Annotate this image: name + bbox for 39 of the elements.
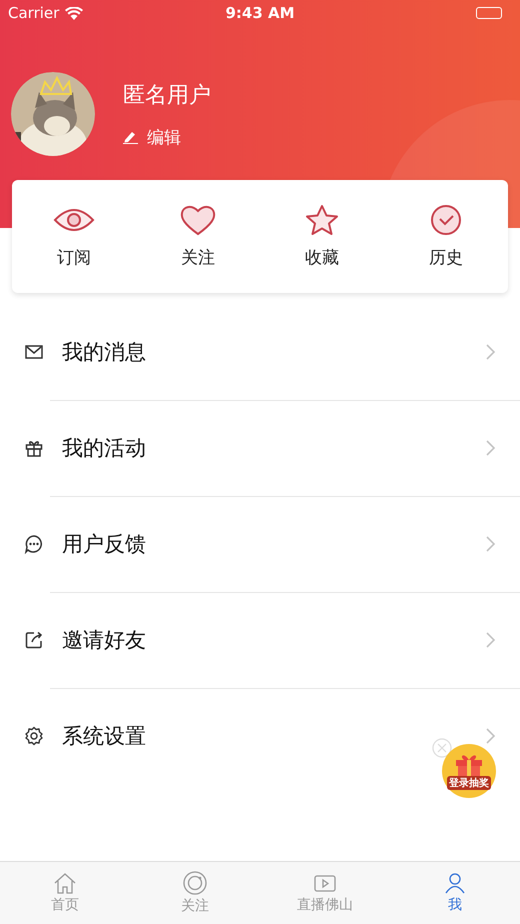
chat-icon: [24, 534, 44, 554]
home-icon: [53, 872, 77, 894]
settings-icon: [24, 726, 44, 746]
menu-label: 邀请好友: [62, 627, 146, 654]
heart-icon: [180, 204, 216, 236]
mail-icon: [24, 345, 44, 359]
shortcut-item[interactable]: 历史: [401, 204, 491, 269]
gift-icon: [24, 439, 44, 457]
carrier-label: Carrier: [8, 4, 60, 22]
menu-item[interactable]: 我的活动: [0, 400, 520, 496]
close-icon[interactable]: [432, 738, 452, 758]
chevron-icon: [486, 536, 496, 552]
menu-item[interactable]: 我的消息: [0, 304, 520, 400]
ring-icon: [183, 871, 207, 895]
shortcut-item[interactable]: 订阅: [29, 204, 119, 269]
shortcut-item[interactable]: 收藏: [277, 204, 367, 269]
shortcut-item[interactable]: 关注: [153, 204, 243, 269]
tab-item[interactable]: 我: [390, 862, 520, 924]
person-icon: [443, 872, 467, 894]
user-name: 匿名用户: [123, 82, 211, 110]
chevron-icon: [486, 728, 496, 744]
chevron-icon: [486, 344, 496, 360]
menu-label: 我的消息: [62, 339, 146, 366]
share-icon: [24, 631, 44, 649]
lottery-badge[interactable]: 登录抽奖: [442, 744, 496, 798]
menu-item[interactable]: 用户反馈: [0, 496, 520, 592]
wifi-icon: [65, 6, 84, 20]
star-icon: [305, 204, 339, 236]
check-circle-icon: [430, 204, 462, 236]
menu-label: 系统设置: [62, 723, 146, 750]
menu-label: 我的活动: [62, 435, 146, 462]
battery-icon: [476, 7, 502, 19]
chevron-icon: [486, 440, 496, 456]
chevron-icon: [486, 632, 496, 648]
pencil-icon: [123, 130, 139, 144]
edit-link[interactable]: 编辑: [123, 126, 211, 148]
menu-item[interactable]: 邀请好友: [0, 592, 520, 688]
menu-label: 用户反馈: [62, 531, 146, 558]
status-time: 9:43 AM: [225, 4, 295, 22]
